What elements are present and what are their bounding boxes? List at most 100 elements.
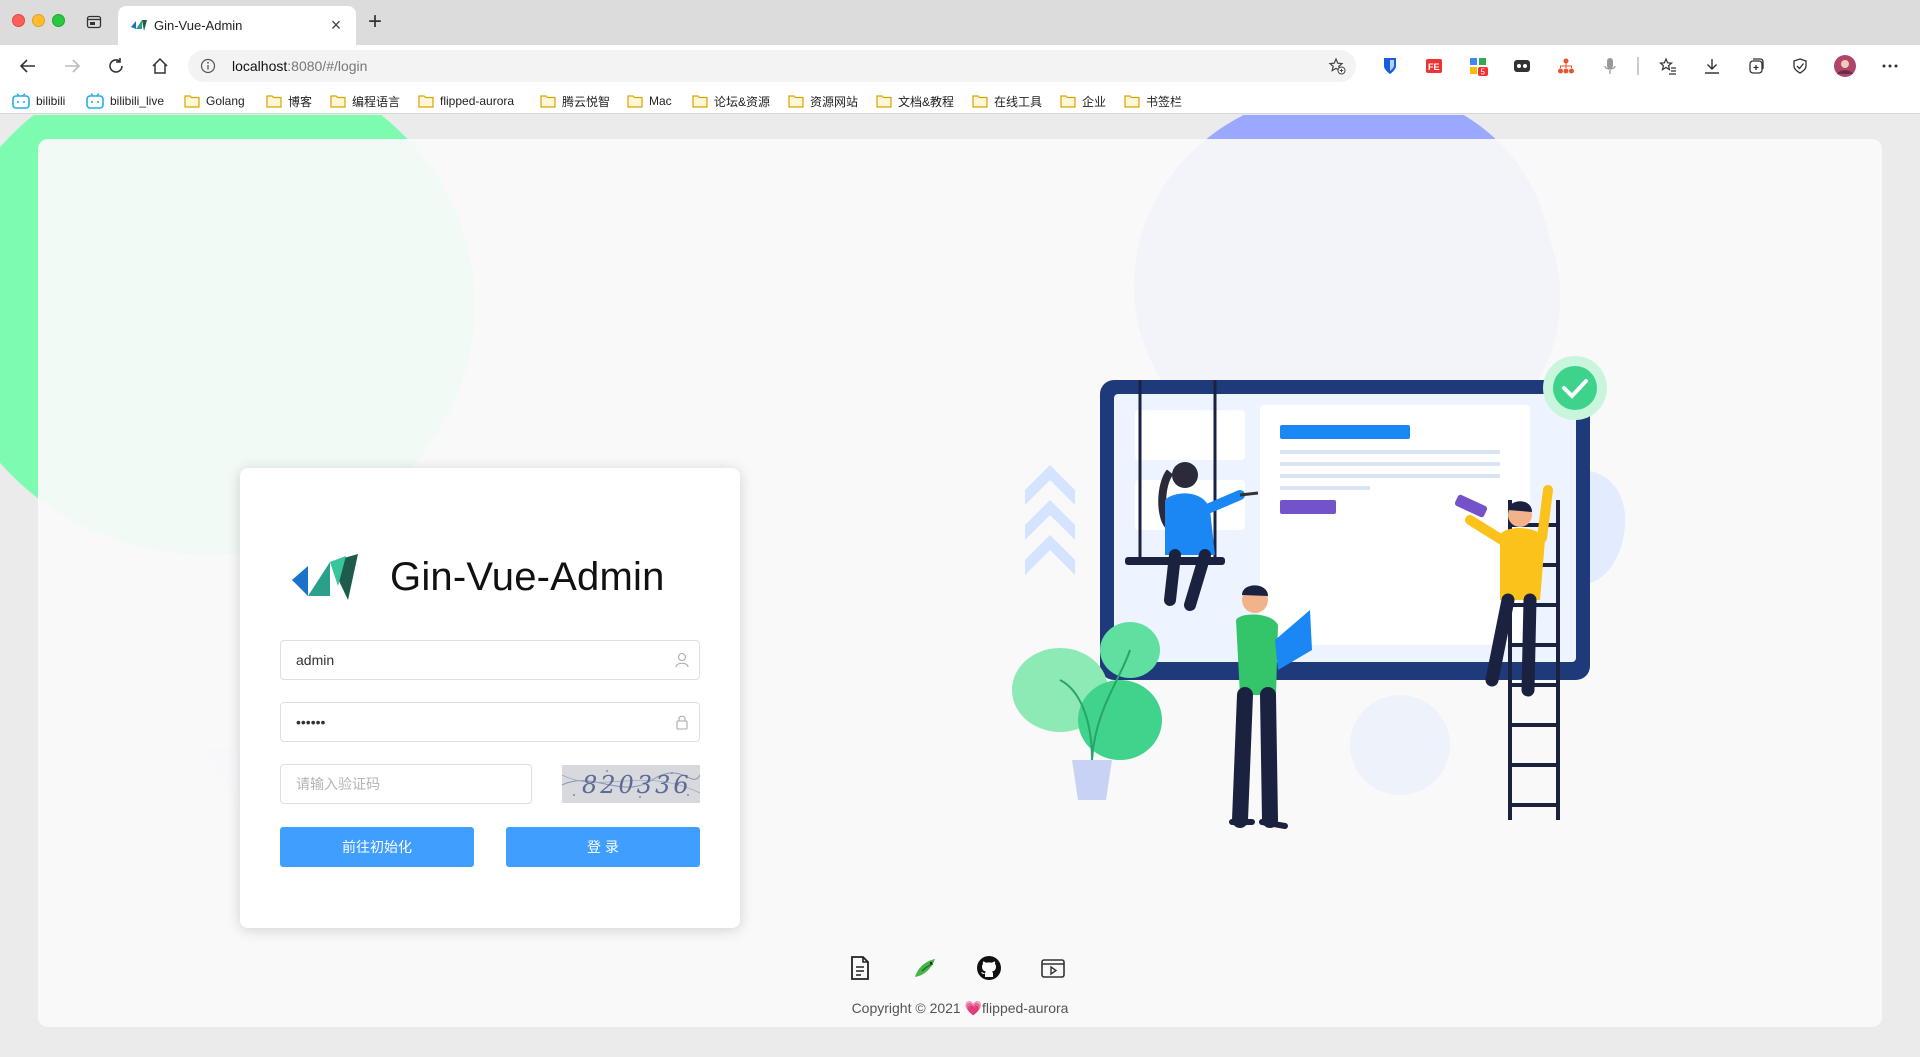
home-icon[interactable]	[148, 54, 172, 78]
media-extension-icon[interactable]	[1513, 57, 1531, 75]
plant-figure	[1012, 622, 1162, 800]
fe-helper-extension-icon[interactable]: FE	[1425, 57, 1443, 75]
bookmark-label: bilibili_live	[110, 94, 165, 108]
site-info-icon[interactable]	[200, 58, 216, 74]
screen-button-bar	[1280, 500, 1336, 514]
bookmark-folder-tengyun[interactable]: 腾云悦智	[540, 92, 610, 110]
bookmark-folder-mac[interactable]: Mac	[627, 92, 672, 110]
tab-title: Gin-Vue-Admin	[154, 18, 243, 33]
login-button[interactable]: 登 录	[506, 827, 700, 867]
gva-favicon-icon	[130, 17, 148, 33]
copyright-prefix: Copyright © 2021	[851, 1000, 965, 1016]
folder-icon	[418, 95, 434, 108]
svg-text:FE: FE	[1428, 62, 1440, 72]
bookmark-folder-blog[interactable]: 博客	[266, 92, 312, 110]
bookmark-folder-flipped-aurora[interactable]: flipped-aurora	[418, 92, 514, 110]
password-field[interactable]	[280, 702, 700, 742]
browser-tab[interactable]: Gin-Vue-Admin ×	[118, 6, 356, 45]
performance-icon[interactable]	[1791, 57, 1809, 75]
folder-icon	[788, 95, 804, 108]
copyright-text: Copyright © 2021 💗flipped-aurora	[0, 1000, 1920, 1017]
bookmark-folder-resources[interactable]: 资源网站	[788, 92, 858, 110]
new-tab-button[interactable]: +	[364, 10, 386, 34]
login-panel: Gin-Vue-Admin admin •••••• 请输入验证码 820336…	[38, 139, 1882, 1027]
folder-icon	[184, 95, 200, 108]
downloads-icon[interactable]	[1703, 57, 1721, 75]
heart-icon: 💗	[964, 1000, 983, 1016]
brand: Gin-Vue-Admin	[290, 552, 665, 602]
tab-actions-icon[interactable]	[86, 14, 102, 30]
page-viewport: Gin-Vue-Admin admin •••••• 请输入验证码 820336…	[0, 115, 1920, 1057]
toolbar-divider	[1637, 57, 1639, 75]
microphone-extension-icon[interactable]	[1601, 57, 1619, 75]
copyright-author[interactable]: flipped-aurora	[982, 1000, 1068, 1016]
login-card: Gin-Vue-Admin admin •••••• 请输入验证码 820336…	[240, 468, 740, 928]
username-field[interactable]	[280, 640, 700, 680]
bookmark-label: flipped-aurora	[440, 94, 515, 108]
password-input[interactable]	[281, 703, 651, 741]
bookmarks-bar: bilibili bilibili_live Golang 博客 编程语言 fl…	[0, 87, 1920, 114]
favorites-icon[interactable]	[1658, 57, 1677, 75]
extension-badge-count: 5	[1481, 68, 1486, 77]
bookmark-label: 文档&教程	[898, 94, 955, 109]
document-icon[interactable]	[848, 955, 872, 981]
forward-icon[interactable]	[60, 54, 84, 78]
bird-icon[interactable]	[912, 955, 936, 981]
background-gear-shape	[1350, 695, 1450, 795]
screen-header-bar	[1280, 425, 1410, 439]
bookmark-folder-docs[interactable]: 文档&教程	[876, 92, 954, 110]
bookmark-folder-forums[interactable]: 论坛&资源	[692, 92, 770, 110]
bookmark-bilibili[interactable]: bilibili	[12, 92, 65, 110]
login-title: Gin-Vue-Admin	[390, 554, 665, 599]
bookmark-label: 论坛&资源	[714, 94, 771, 109]
folder-icon	[540, 95, 556, 108]
screen-text-line	[1280, 462, 1500, 466]
bookmark-label: 资源网站	[810, 94, 859, 109]
captcha-input[interactable]	[281, 765, 521, 803]
reload-icon[interactable]	[104, 54, 128, 78]
screen-text-line	[1280, 486, 1370, 490]
video-icon[interactable]	[1040, 955, 1065, 981]
team-illustration	[1012, 356, 1626, 829]
more-menu-icon[interactable]	[1881, 57, 1899, 75]
bookmark-label: Golang	[206, 94, 245, 108]
bookmark-folder-bookmarks-bar[interactable]: 书签栏	[1124, 92, 1182, 110]
profile-avatar[interactable]	[1833, 54, 1857, 78]
maximize-window-button[interactable]	[52, 14, 65, 27]
bookmark-folder-golang[interactable]: Golang	[184, 92, 245, 110]
add-favorite-icon[interactable]	[1328, 57, 1346, 75]
close-window-button[interactable]	[12, 14, 25, 27]
captcha-image[interactable]: 820336	[562, 765, 700, 803]
collections-icon[interactable]	[1747, 57, 1765, 75]
tab-manager-extension-icon[interactable]: 5	[1469, 57, 1488, 77]
bookmark-folder-enterprise[interactable]: 企业	[1060, 92, 1106, 110]
folder-icon	[1124, 95, 1140, 108]
github-icon[interactable]	[976, 955, 1001, 981]
close-tab-icon[interactable]: ×	[326, 15, 346, 35]
address-bar[interactable]: localhost:8080/#/login	[188, 50, 1356, 82]
browser-titlebar: Gin-Vue-Admin × +	[0, 0, 1920, 45]
back-icon[interactable]	[16, 54, 40, 78]
bookmark-folder-languages[interactable]: 编程语言	[330, 92, 400, 110]
bitwarden-extension-icon[interactable]	[1381, 57, 1399, 75]
bookmark-label: 博客	[288, 94, 313, 109]
sitemap-extension-icon[interactable]	[1557, 57, 1575, 75]
folder-icon	[266, 95, 282, 108]
bookmark-folder-tools[interactable]: 在线工具	[972, 92, 1042, 110]
screen-text-line	[1280, 450, 1500, 454]
bookmark-label: 企业	[1082, 94, 1107, 109]
screen-text-line	[1280, 474, 1500, 478]
lock-icon	[675, 714, 689, 730]
screen-panel	[1260, 405, 1530, 645]
bookmark-bilibili-live[interactable]: bilibili_live	[86, 92, 164, 110]
bookmark-label: 书签栏	[1146, 94, 1183, 109]
folder-icon	[972, 95, 988, 108]
username-input[interactable]	[281, 641, 651, 679]
minimize-window-button[interactable]	[32, 14, 45, 27]
bookmark-label: 腾云悦智	[562, 94, 611, 109]
user-icon	[675, 652, 689, 668]
captcha-field[interactable]	[280, 764, 532, 804]
folder-icon	[627, 95, 643, 108]
go-init-button[interactable]: 前往初始化	[280, 827, 474, 867]
footer-links	[848, 955, 1065, 981]
